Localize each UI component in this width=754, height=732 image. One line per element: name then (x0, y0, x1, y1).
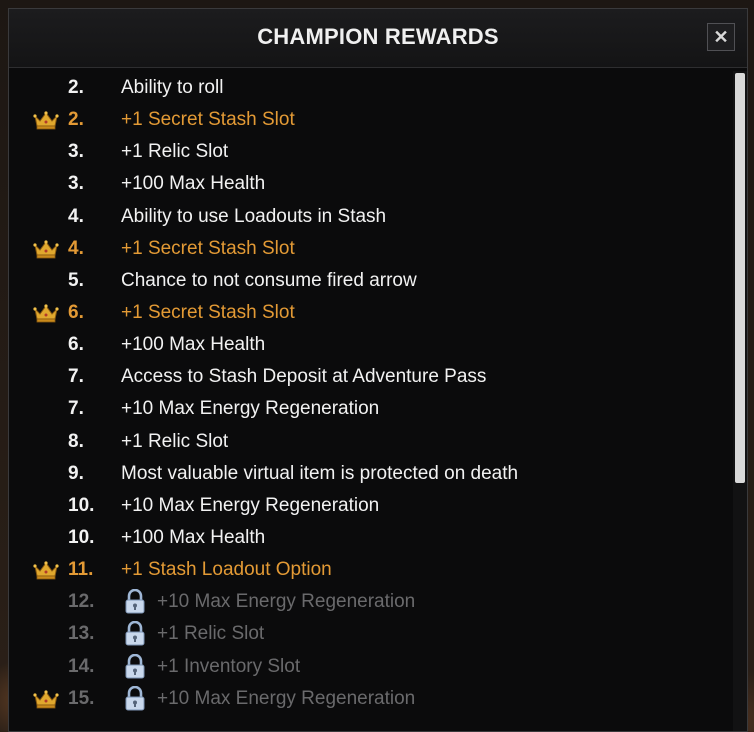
reward-description: +1 Secret Stash Slot (121, 109, 295, 131)
reward-row-locked: 14. +1 Inventory Slot (9, 651, 725, 683)
reward-description: +1 Secret Stash Slot (121, 301, 295, 323)
close-icon: ✕ (713, 26, 729, 47)
reward-level: 13. (68, 623, 95, 645)
lock-icon (125, 621, 145, 646)
reward-row-champion: 11. +1 Stash Loadout Option (9, 554, 725, 586)
dialog-title: CHAMPION REWARDS (257, 24, 499, 49)
reward-row-champion: 2. +1 Secret Stash Slot (9, 104, 725, 136)
crown-icon (33, 240, 59, 259)
scrollbar-thumb[interactable] (735, 73, 745, 483)
reward-level: 10. (68, 526, 95, 548)
reward-description: +10 Max Energy Regeneration (157, 687, 416, 709)
reward-level: 5. (68, 269, 84, 291)
reward-level: 6. (68, 334, 84, 356)
reward-row: 8. +1 Relic Slot (9, 426, 725, 458)
crown-icon (33, 561, 59, 580)
reward-row: 7. +10 Max Energy Regeneration (9, 393, 725, 425)
scrollbar[interactable] (733, 71, 747, 731)
reward-level: 4. (68, 205, 84, 227)
champion-rewards-dialog: CHAMPION REWARDS ✕ 2. Ability to roll 2. +… (8, 8, 748, 732)
reward-description: Access to Stash Deposit at Adventure Pas… (121, 366, 487, 388)
reward-description: +1 Inventory Slot (157, 655, 301, 677)
reward-level: 2. (68, 109, 84, 131)
reward-description: Most valuable virtual item is protected … (121, 462, 519, 484)
reward-level: 14. (68, 655, 95, 677)
crown-icon (33, 111, 59, 130)
crown-icon (33, 690, 59, 709)
reward-row: 2. Ability to roll (9, 72, 725, 104)
reward-description: +10 Max Energy Regeneration (121, 494, 380, 516)
reward-description: +100 Max Health (121, 173, 266, 195)
reward-level: 2. (68, 77, 84, 98)
reward-description: +100 Max Health (121, 526, 266, 548)
reward-row-locked: 12. +10 Max Energy Regeneration (9, 586, 725, 618)
reward-level: 3. (68, 173, 84, 195)
lock-icon (125, 589, 145, 614)
reward-level: 8. (68, 430, 84, 452)
reward-description: +100 Max Health (121, 334, 266, 356)
reward-row: 5. Chance to not consume fired arrow (9, 265, 725, 297)
reward-description: +10 Max Energy Regeneration (157, 591, 416, 613)
close-button[interactable]: ✕ (707, 23, 735, 51)
reward-level: 7. (68, 366, 84, 388)
reward-row: 6. +100 Max Health (9, 329, 725, 361)
lock-icon (125, 653, 145, 679)
reward-level: 7. (68, 398, 84, 420)
reward-description: +1 Relic Slot (157, 623, 265, 645)
reward-row: 10. +100 Max Health (9, 522, 725, 554)
dialog-header: CHAMPION REWARDS ✕ (9, 9, 747, 68)
reward-row-champion: 6. +1 Secret Stash Slot (9, 297, 725, 329)
reward-description: Ability to roll (121, 77, 224, 98)
reward-row-champion: 4. +1 Secret Stash Slot (9, 233, 725, 265)
reward-description: +1 Secret Stash Slot (121, 237, 295, 259)
reward-row: 4. Ability to use Loadouts in Stash (9, 201, 725, 233)
reward-description: +1 Relic Slot (121, 430, 229, 452)
reward-row-locked: 13. +1 Relic Slot (9, 618, 725, 650)
reward-level: 12. (68, 591, 95, 613)
reward-level: 9. (68, 462, 84, 484)
reward-row: 3. +100 Max Health (9, 168, 725, 200)
reward-list: 2. Ability to roll 2. +1 Secret Stash Slot… (9, 72, 725, 715)
reward-description: +1 Relic Slot (121, 141, 229, 163)
reward-description: +1 Stash Loadout Option (121, 559, 332, 581)
crown-icon (33, 304, 59, 323)
reward-row: 10. +10 Max Energy Regeneration (9, 490, 725, 522)
reward-level: 3. (68, 141, 84, 163)
reward-description: Chance to not consume fired arrow (121, 269, 417, 291)
reward-level: 6. (68, 301, 84, 323)
reward-description: Ability to use Loadouts in Stash (121, 205, 387, 227)
reward-level: 4. (68, 237, 84, 259)
reward-row: 9. Most valuable virtual item is protecte… (9, 458, 725, 490)
reward-row: 7. Access to Stash Deposit at Adventure P… (9, 361, 725, 393)
reward-row-locked: 15. +10 Max Energy Regeneration (9, 683, 725, 715)
reward-description: +10 Max Energy Regeneration (121, 398, 380, 420)
lock-icon (125, 685, 145, 711)
reward-level: 11. (68, 559, 94, 581)
reward-row: 3. +1 Relic Slot (9, 136, 725, 168)
reward-level: 10. (68, 494, 95, 516)
reward-level: 15. (68, 687, 95, 709)
